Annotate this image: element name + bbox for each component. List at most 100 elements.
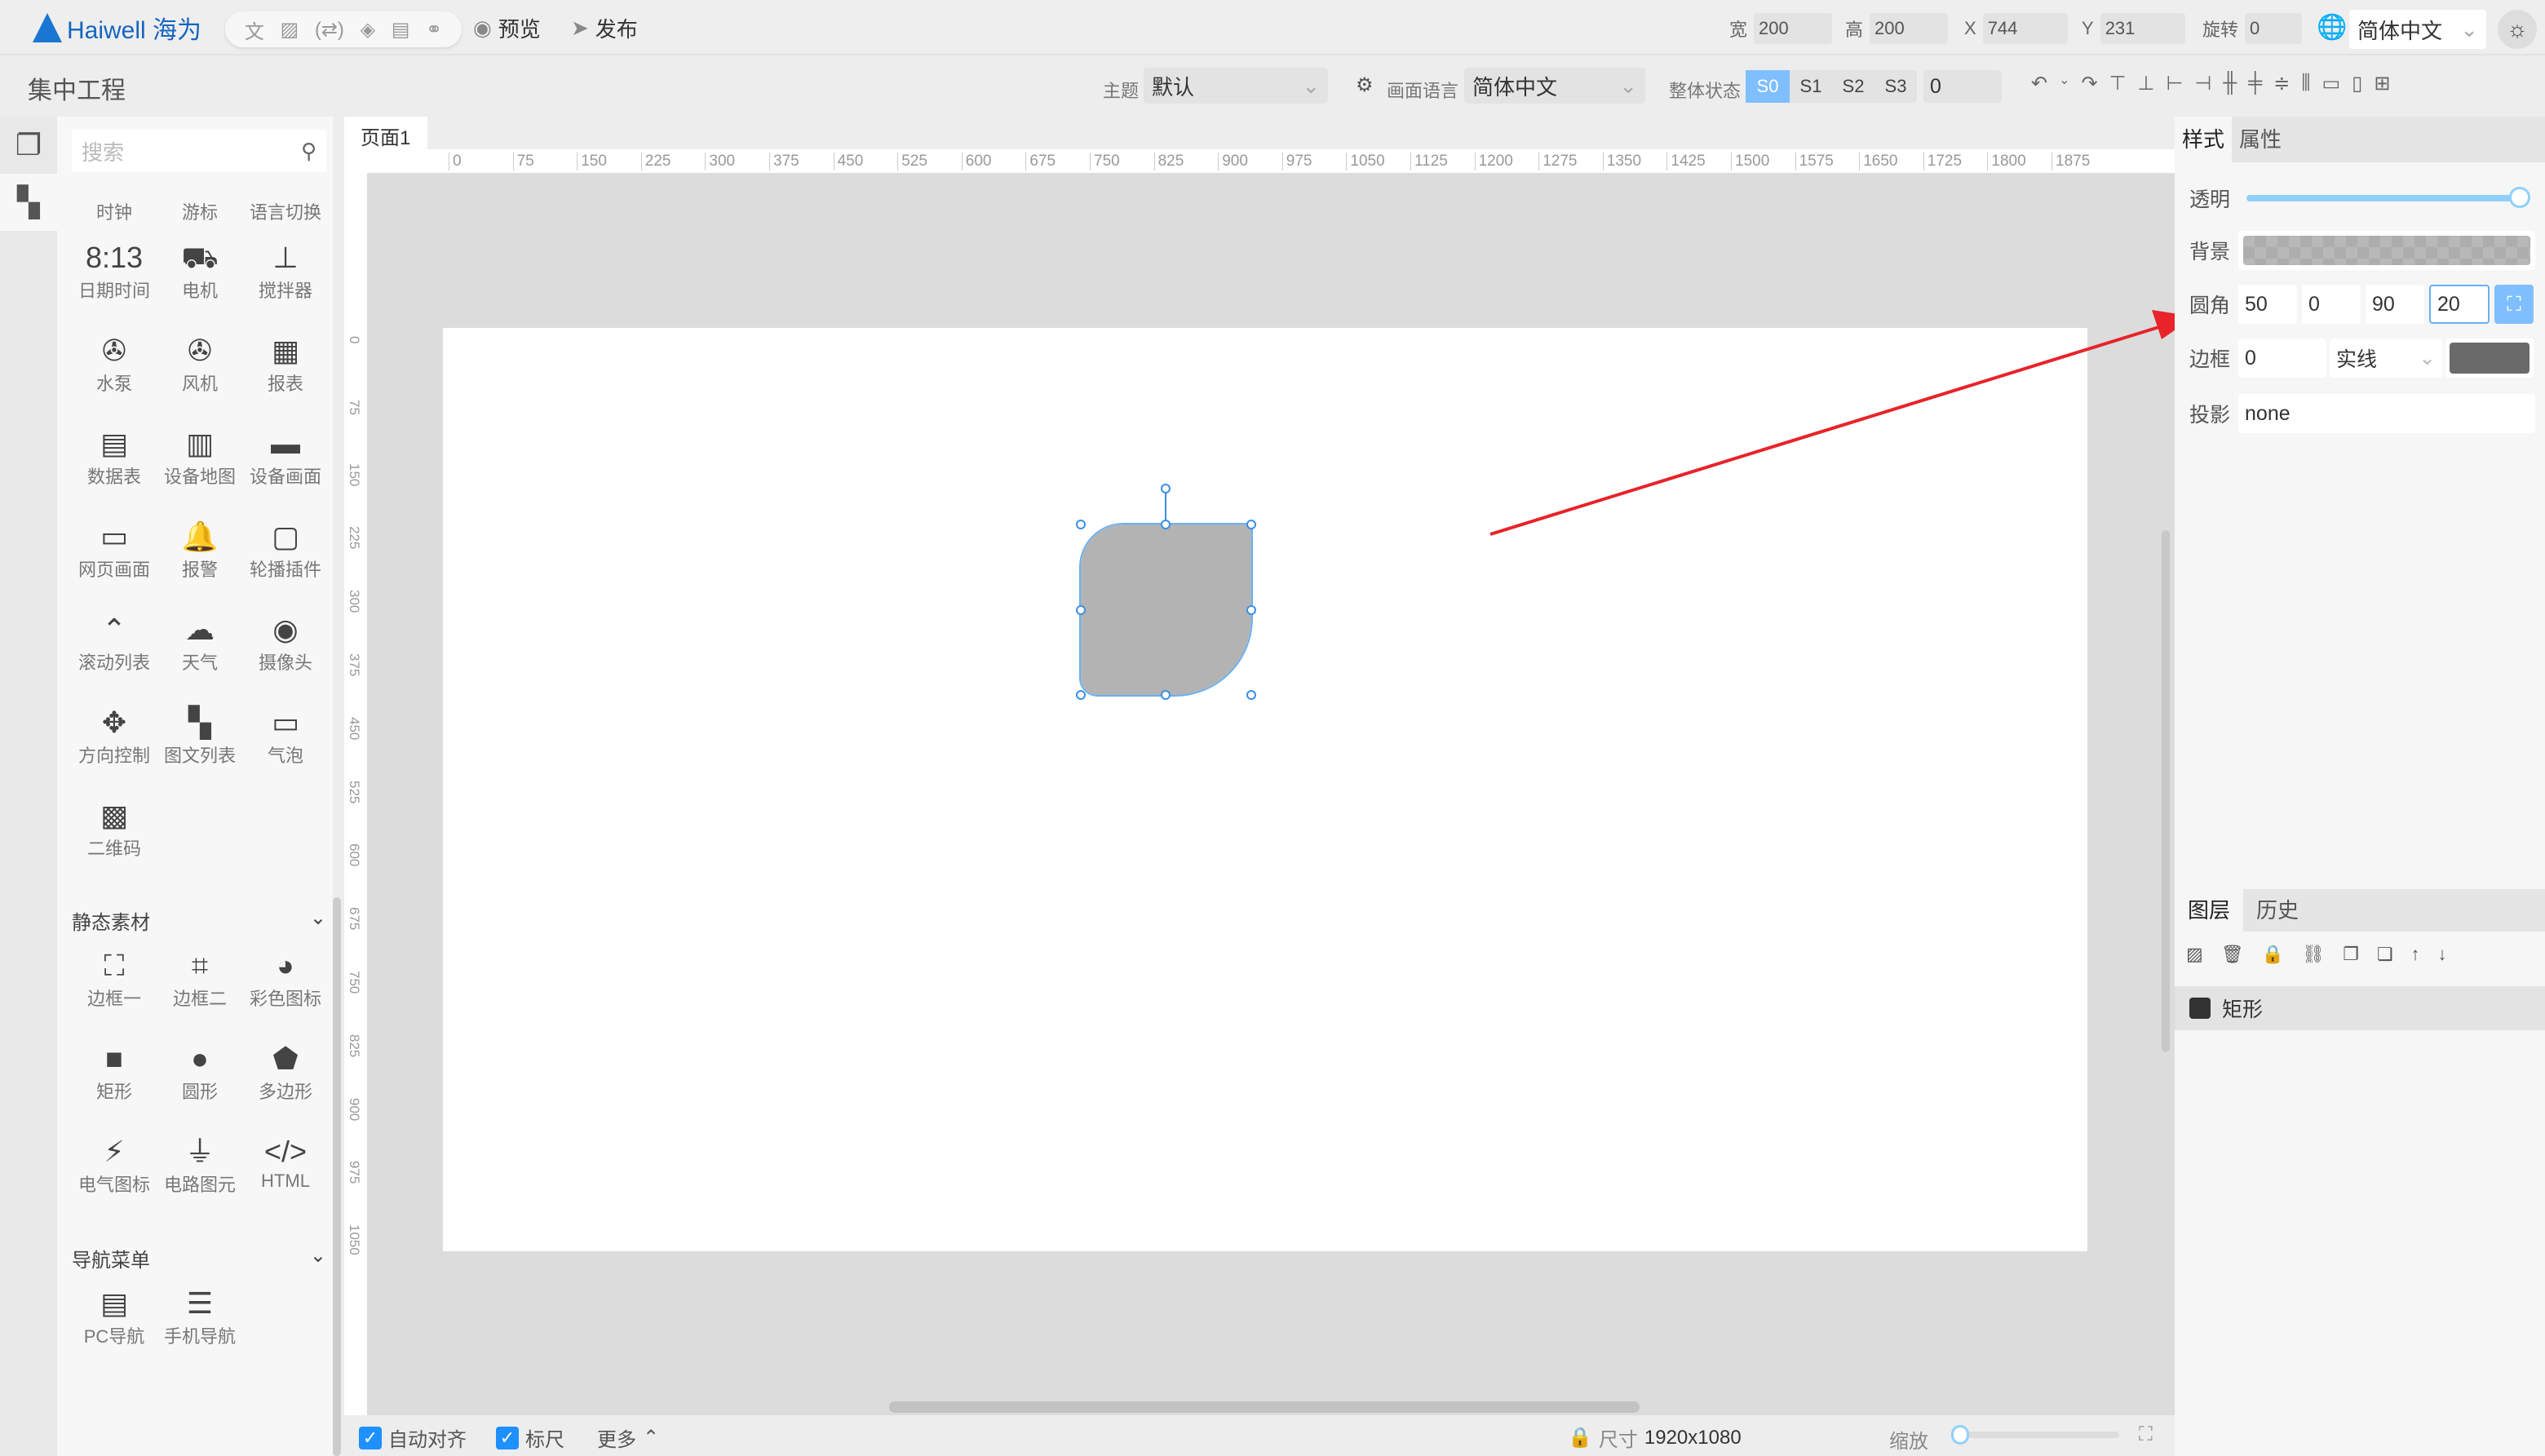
component-item[interactable]: ▤ 数据表 [72,425,157,489]
horizontal-scrollbar[interactable] [889,1401,1640,1413]
redo-icon[interactable]: ↷ [2082,72,2098,95]
zoom-slider[interactable] [1951,1425,2119,1445]
layers-icon[interactable]: ◈ [361,18,375,42]
zoom-slider-knob[interactable] [1951,1425,1969,1445]
component-item[interactable]: ⬟ 多边形 [243,1040,328,1104]
tab-style[interactable]: 样式 [2175,117,2232,162]
state-s2[interactable]: S2 [1832,70,1874,103]
group-icon[interactable]: ⛓ [2302,944,2325,965]
component-item[interactable]: </> HTML [243,1133,328,1192]
component-item[interactable]: ✇ 水泵 [72,332,157,396]
language-select[interactable]: 简体中文 ⌄ [2349,10,2486,49]
x-field[interactable]: X 744 [1964,13,2068,44]
tab-layers[interactable]: 图层 [2175,889,2243,932]
radius-bottom-right-input[interactable]: 90 [2366,285,2425,324]
y-input[interactable]: 231 [2100,13,2185,44]
undo-icon[interactable]: ↶ [2031,72,2047,95]
component-item[interactable]: ● 圆形 [157,1040,242,1104]
resize-handle[interactable] [1161,520,1171,529]
rotate-field[interactable]: 旋转 0 [2202,13,2303,44]
component-item[interactable]: 8:13 日期时间 [72,239,157,303]
component-item[interactable]: ▭ 网页画面 [72,518,157,582]
width-field[interactable]: 宽 200 [1729,13,1833,44]
preview-button[interactable]: ◉ 预览 [473,13,541,42]
radius-link-button[interactable]: ⛶ [2494,285,2534,324]
link-icon[interactable]: ⚭ [426,18,442,42]
move-up-icon[interactable]: ↑ [2411,944,2420,965]
opacity-slider-knob[interactable] [2509,187,2531,208]
border-style-select[interactable]: 实线 ⌄ [2330,339,2443,378]
component-2[interactable]: 语言切换 [235,198,336,224]
component-item[interactable]: ⌃ 滚动列表 [72,611,157,675]
radius-bottom-left-input[interactable]: 20 [2429,285,2490,324]
vertical-scrollbar[interactable] [2162,530,2170,1052]
image-icon[interactable]: ▨ [280,18,299,42]
undo-dropdown-icon[interactable]: ⌄ [2059,72,2069,95]
component-item[interactable]: ▭ 气泡 [243,704,328,768]
distribute-v-icon[interactable]: ≑ [2273,72,2290,95]
component-item[interactable]: ⌗ 边框二 [157,947,242,1011]
pages-icon[interactable]: ❐ [0,117,57,174]
bring-forward-icon[interactable]: ❐ [2343,944,2359,965]
same-size-icon[interactable]: ⊞ [2374,72,2390,95]
state-s1[interactable]: S1 [1790,70,1832,103]
translate-icon[interactable]: 文 [245,15,264,44]
delete-icon[interactable]: 🗑 [2221,944,2244,965]
distribute-h-icon[interactable]: ⫼ [2301,72,2310,95]
component-item[interactable]: ☁ 天气 [157,611,242,675]
component-item[interactable]: ▢ 轮播插件 [243,518,328,582]
component-item[interactable]: ⚡ 电气图标 [72,1133,157,1197]
border-width-input[interactable]: 0 [2238,339,2327,378]
component-item[interactable]: ✇ 风机 [157,332,242,396]
align-vcenter-icon[interactable]: ╪ [2248,72,2262,95]
ruler-checkbox[interactable]: ✓ 标尺 [496,1423,564,1452]
static-section-header[interactable]: 静态素材 ⌄ [72,906,326,935]
rotate-input[interactable]: 0 [2245,13,2303,44]
align-hcenter-icon[interactable]: ╫ [2223,72,2237,95]
lock-icon[interactable]: 🔒 [2262,944,2284,965]
component-item[interactable]: ◉ 摄像头 [243,611,328,675]
components-icon[interactable]: ▚ [0,174,57,231]
component-item[interactable]: ■ 矩形 [72,1040,157,1104]
theme-select[interactable]: 默认 ⌄ [1144,68,1328,104]
tab-history[interactable]: 历史 [2243,889,2312,932]
shadow-input[interactable]: none [2238,394,2536,433]
fit-screen-icon[interactable]: ⛶ [2139,1423,2153,1446]
component-item[interactable]: ▦ 报表 [243,332,328,396]
theme-toggle-sun-icon[interactable]: ☼ [2498,10,2537,49]
more-button[interactable]: 更多 ⌃ [597,1423,659,1452]
component-item[interactable]: ⏚ 电路图元 [157,1133,242,1197]
y-field[interactable]: Y 231 [2082,13,2185,44]
height-field[interactable]: 高 200 [1845,13,1949,44]
fit-icon[interactable] [344,149,367,174]
x-input[interactable]: 744 [1982,13,2068,44]
component-item[interactable]: ◕ 彩色图标 [243,947,328,1011]
component-item[interactable]: ▚ 图文列表 [157,704,242,768]
publish-button[interactable]: ➤ 发布 [571,13,638,42]
component-item[interactable]: 🔔 报警 [157,518,242,582]
same-height-icon[interactable]: ▯ [2352,72,2362,95]
resize-handle[interactable] [1161,690,1171,700]
border-color-picker[interactable] [2445,339,2534,378]
resize-handle[interactable] [1246,605,1256,615]
component-item[interactable]: ▩ 二维码 [72,797,157,861]
component-item[interactable]: ▬ 设备画面 [243,425,328,489]
component-item[interactable]: ⛟ 电机 [157,239,242,303]
component-item[interactable]: ▥ 设备地图 [157,425,242,489]
layer-item[interactable]: 矩形 [2175,986,2545,1030]
component-item[interactable]: ☰ 手机导航 [157,1285,242,1348]
component-item[interactable]: ⛶ 边框一 [72,947,157,1011]
height-input[interactable]: 200 [1870,13,1949,44]
auto-align-checkbox[interactable]: ✓ 自动对齐 [359,1423,467,1452]
state-s0[interactable]: S0 [1746,70,1790,103]
component-item[interactable]: ✥ 方向控制 [72,704,157,768]
align-right-icon[interactable]: ⊣ [2194,72,2211,95]
resize-handle[interactable] [1076,605,1086,615]
opacity-slider[interactable] [2246,187,2531,208]
move-down-icon[interactable]: ↓ [2438,944,2447,965]
component-item[interactable]: ⊥ 搅拌器 [243,239,328,303]
search-input[interactable]: 搜索 ⚲ [72,130,326,172]
align-left-icon[interactable]: ⊢ [2166,72,2183,95]
state-value-input[interactable]: 0 [1923,70,2002,103]
variable-icon[interactable]: (⇄) [315,18,344,42]
